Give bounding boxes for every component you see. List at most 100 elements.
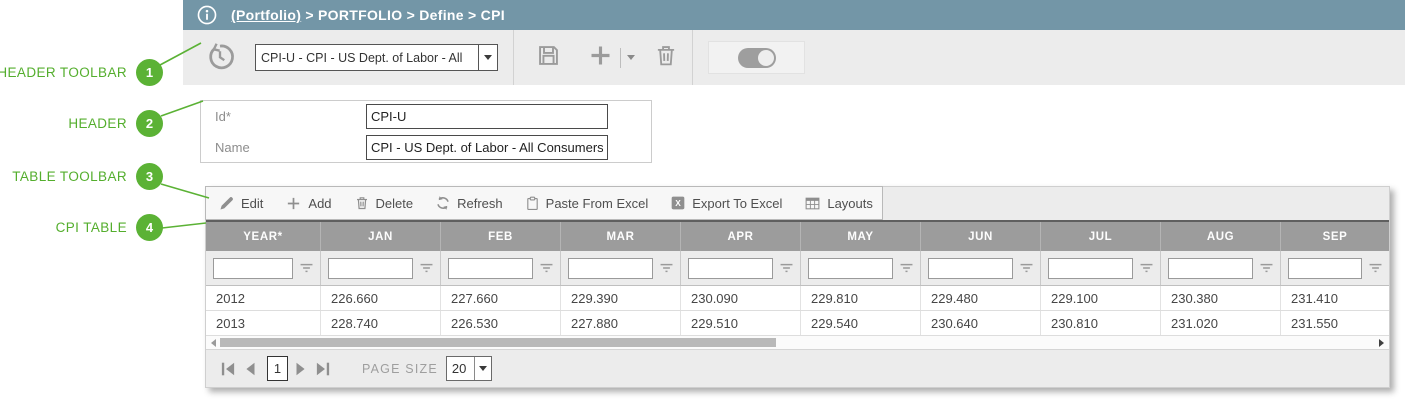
table-cell[interactable]: 231.550 — [1281, 311, 1389, 335]
table-cell[interactable]: 226.660 — [321, 286, 441, 310]
filter-input[interactable] — [568, 258, 653, 279]
id-field[interactable] — [366, 104, 608, 129]
pager-bar: 1 PAGE SIZE 20 — [206, 350, 1389, 387]
next-page-icon[interactable] — [292, 360, 310, 378]
filter-input[interactable] — [1168, 258, 1253, 279]
filter-input[interactable] — [448, 258, 533, 279]
table-cell[interactable]: 230.640 — [921, 311, 1041, 335]
column-header-jun[interactable]: JUN — [921, 222, 1041, 251]
toolbar-separator — [692, 30, 693, 85]
page-size-label: PAGE SIZE — [362, 362, 438, 376]
filter-input[interactable] — [1048, 258, 1133, 279]
table-row: 2013228.740226.530227.880229.510229.5402… — [206, 311, 1389, 336]
column-header-feb[interactable]: FEB — [441, 222, 561, 251]
table-cell[interactable]: 229.810 — [801, 286, 921, 310]
filter-icon[interactable] — [298, 261, 315, 275]
table-toolbar-button-layouts[interactable]: Layouts — [804, 195, 873, 212]
horizontal-scrollbar[interactable] — [206, 336, 1389, 350]
filter-icon[interactable] — [778, 261, 795, 275]
filter-icon[interactable] — [658, 261, 675, 275]
info-icon[interactable] — [196, 4, 218, 26]
id-label: Id* — [215, 109, 366, 124]
page-size-caret-button[interactable] — [474, 357, 491, 380]
column-header-may[interactable]: MAY — [801, 222, 921, 251]
dropdown-caret-button[interactable] — [478, 45, 497, 70]
filter-input[interactable] — [688, 258, 773, 279]
table-toolbar-button-paste-from-excel[interactable]: Paste From Excel — [525, 195, 649, 212]
save-button[interactable] — [535, 42, 562, 74]
filter-input[interactable] — [928, 258, 1013, 279]
table-row: 2012226.660227.660229.390230.090229.8102… — [206, 286, 1389, 311]
history-icon[interactable] — [205, 42, 235, 72]
filter-icon[interactable] — [1018, 261, 1035, 275]
column-header-sep[interactable]: SEP — [1281, 222, 1389, 251]
table-cell[interactable]: 229.540 — [801, 311, 921, 335]
table-toolbar-button-refresh[interactable]: Refresh — [435, 195, 503, 211]
delete-button[interactable] — [653, 42, 679, 73]
table-cell[interactable]: 228.740 — [321, 311, 441, 335]
filter-cell — [1161, 251, 1281, 285]
table-cell[interactable]: 231.410 — [1281, 286, 1389, 310]
breadcrumb-portfolio-link[interactable]: (Portfolio) — [231, 7, 301, 23]
table-cell[interactable]: 230.090 — [681, 286, 801, 310]
current-page-indicator[interactable]: 1 — [267, 356, 288, 381]
filter-icon[interactable] — [418, 261, 435, 275]
table-cell[interactable]: 2012 — [206, 286, 321, 310]
button-label: Add — [308, 196, 331, 211]
annotation-label: HEADER TOOLBAR — [0, 65, 127, 80]
filter-icon[interactable] — [538, 261, 555, 275]
toolbar-separator — [513, 30, 514, 85]
add-dropdown-caret[interactable] — [620, 48, 635, 68]
column-header-aug[interactable]: AUG — [1161, 222, 1281, 251]
filter-icon[interactable] — [1138, 261, 1155, 275]
first-page-icon[interactable] — [219, 360, 237, 378]
table-cell[interactable]: 229.480 — [921, 286, 1041, 310]
column-header-jul[interactable]: JUL — [1041, 222, 1161, 251]
scroll-right-arrow[interactable] — [1379, 339, 1384, 347]
table-cell[interactable]: 227.660 — [441, 286, 561, 310]
table-cell[interactable]: 2013 — [206, 311, 321, 335]
name-row: Name — [201, 132, 651, 163]
caret-down-icon — [627, 55, 635, 60]
table-toolbar-button-add[interactable]: Add — [285, 195, 331, 212]
table-cell[interactable]: 227.880 — [561, 311, 681, 335]
table-cell[interactable]: 229.510 — [681, 311, 801, 335]
table-toolbar-button-export-to-excel[interactable]: XExport To Excel — [670, 195, 782, 211]
table-toolbar-button-delete[interactable]: Delete — [354, 195, 414, 211]
table-cell[interactable]: 230.380 — [1161, 286, 1281, 310]
filter-icon[interactable] — [1367, 261, 1384, 275]
svg-text:X: X — [675, 198, 681, 208]
filter-input[interactable] — [808, 258, 893, 279]
filter-input[interactable] — [1288, 258, 1362, 279]
column-header-apr[interactable]: APR — [681, 222, 801, 251]
column-header-year[interactable]: YEAR* — [206, 222, 321, 251]
column-header-jan[interactable]: JAN — [321, 222, 441, 251]
annotation-number-badge: 3 — [136, 163, 163, 190]
column-header-mar[interactable]: MAR — [561, 222, 681, 251]
prev-page-icon[interactable] — [241, 360, 259, 378]
filter-input[interactable] — [328, 258, 413, 279]
id-row: Id* — [201, 101, 651, 132]
trash-icon — [354, 195, 370, 211]
last-page-icon[interactable] — [314, 360, 332, 378]
name-field[interactable] — [366, 135, 608, 160]
table-cell[interactable]: 231.020 — [1161, 311, 1281, 335]
table-cell[interactable]: 229.390 — [561, 286, 681, 310]
table-cell[interactable]: 229.100 — [1041, 286, 1161, 310]
table-toolbar-button-edit[interactable]: Edit — [218, 195, 263, 212]
table-cell[interactable]: 226.530 — [441, 311, 561, 335]
table-toolbar-buttons: Edit Add Delete Refresh Paste From Excel XExp… — [205, 186, 883, 220]
page-size-dropdown[interactable]: 20 — [446, 356, 492, 381]
filter-cell — [1281, 251, 1389, 285]
toggle-switch[interactable] — [738, 48, 776, 68]
scrollbar-thumb[interactable] — [220, 338, 776, 347]
scroll-left-arrow[interactable] — [211, 339, 216, 347]
add-button[interactable] — [587, 42, 635, 74]
filter-cell — [206, 251, 321, 285]
filter-input[interactable] — [213, 258, 293, 279]
filter-icon[interactable] — [898, 261, 915, 275]
filter-icon[interactable] — [1258, 261, 1275, 275]
table-cell[interactable]: 230.810 — [1041, 311, 1161, 335]
cpi-selector-dropdown[interactable]: CPI-U - CPI - US Dept. of Labor - All — [255, 44, 498, 71]
annotation-number-badge: 1 — [136, 59, 163, 86]
